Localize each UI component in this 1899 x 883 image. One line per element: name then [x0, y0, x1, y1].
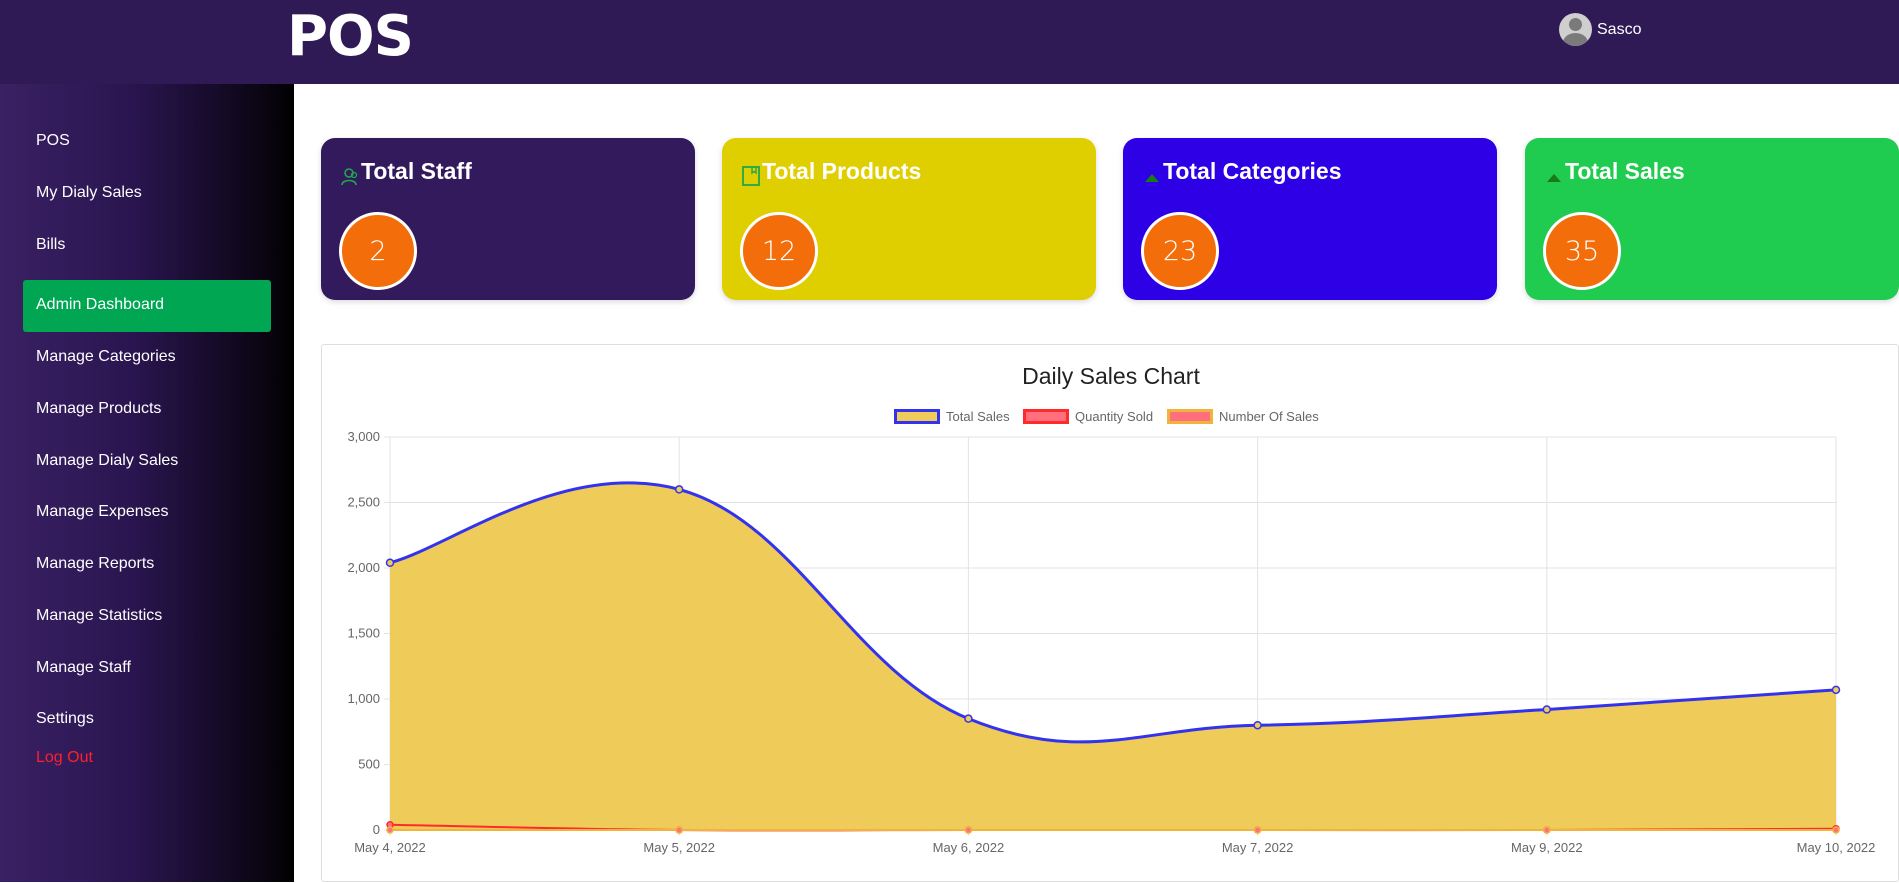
sidebar-item-my-daily-sales[interactable]: My Dialy Sales — [36, 184, 142, 202]
stat-card-title: Total Products — [762, 158, 922, 184]
y-tick-label: 2,500 — [347, 495, 380, 510]
stat-card-total-staff[interactable]: Total Staff 2 — [321, 138, 695, 300]
stat-card-title: Total Staff — [361, 158, 472, 184]
data-point — [675, 826, 683, 834]
stat-card-count: 35 — [1543, 212, 1621, 290]
data-point — [1542, 705, 1552, 714]
data-point — [1831, 685, 1841, 695]
data-point — [674, 485, 684, 494]
data-point — [385, 558, 395, 568]
users-icon — [341, 168, 358, 186]
bookmark-icon — [742, 166, 760, 186]
data-point — [386, 826, 394, 834]
stat-card-count: 12 — [740, 212, 818, 290]
sidebar-item-label: Admin Dashboard — [36, 296, 165, 313]
logout-link[interactable]: Log Out — [36, 749, 93, 767]
x-tick-label: May 5, 2022 — [643, 840, 715, 855]
stat-card-title: Total Sales — [1565, 158, 1685, 184]
y-tick-label: 2,000 — [347, 560, 380, 575]
user-menu[interactable]: Sasco — [1559, 13, 1641, 46]
stat-card-title: Total Categories — [1163, 158, 1342, 184]
x-tick-label: May 9, 2022 — [1511, 840, 1583, 855]
sidebar-item-manage-daily-sales[interactable]: Manage Dialy Sales — [36, 452, 178, 470]
sidebar-item-settings[interactable]: Settings — [36, 710, 94, 728]
x-tick-label: May 4, 2022 — [354, 840, 426, 855]
series-area-total-sales — [390, 482, 1836, 830]
sidebar-item-manage-products[interactable]: Manage Products — [36, 400, 161, 418]
daily-sales-chart-panel: Daily Sales Chart Total Sales Quantity S… — [321, 344, 1899, 882]
y-tick-label: 500 — [358, 757, 380, 772]
caret-up-icon — [1145, 174, 1159, 182]
y-tick-label: 3,000 — [347, 429, 380, 444]
stat-card-total-products[interactable]: Total Products 12 — [722, 138, 1096, 300]
data-point — [1832, 826, 1840, 834]
sidebar-item-admin-dashboard[interactable]: Admin Dashboard — [23, 280, 271, 332]
stat-card-count: 2 — [339, 212, 417, 290]
caret-up-icon — [1547, 174, 1561, 182]
y-tick-label: 0 — [373, 822, 380, 837]
user-name[interactable]: Sasco — [1597, 21, 1641, 39]
sidebar-item-pos[interactable]: POS — [36, 132, 70, 150]
y-tick-label: 1,500 — [347, 626, 380, 641]
sidebar-item-manage-statistics[interactable]: Manage Statistics — [36, 607, 162, 625]
data-point — [1543, 826, 1551, 834]
sidebar-item-manage-expenses[interactable]: Manage Expenses — [36, 503, 169, 521]
y-tick-label: 1,000 — [347, 691, 380, 706]
data-point — [964, 826, 973, 834]
daily-sales-chart: 0 500 1,000 1,500 2,000 2,500 3,000 May 4, 2022… — [347, 429, 1876, 855]
x-tick-label: May 7, 2022 — [1222, 840, 1294, 855]
top-bar: POS Sasco — [0, 0, 1899, 84]
app-logo[interactable]: POS — [287, 4, 414, 69]
sidebar-item-manage-categories[interactable]: Manage Categories — [36, 348, 176, 366]
data-point — [964, 714, 973, 723]
stat-card-total-categories[interactable]: Total Categories 23 — [1123, 138, 1497, 300]
sidebar-item-manage-reports[interactable]: Manage Reports — [36, 555, 154, 573]
x-tick-label: May 6, 2022 — [933, 840, 1005, 855]
stat-card-total-sales[interactable]: Total Sales 35 — [1525, 138, 1899, 300]
sidebar-item-manage-staff[interactable]: Manage Staff — [36, 659, 131, 677]
data-point — [1253, 826, 1262, 834]
sidebar: POS My Dialy Sales Bills Admin Dashboard… — [0, 84, 294, 882]
stat-card-count: 23 — [1141, 212, 1219, 290]
data-point — [1253, 720, 1262, 730]
x-tick-label: May 10, 2022 — [1797, 840, 1876, 855]
sidebar-item-bills[interactable]: Bills — [36, 236, 65, 254]
avatar[interactable] — [1559, 13, 1592, 46]
